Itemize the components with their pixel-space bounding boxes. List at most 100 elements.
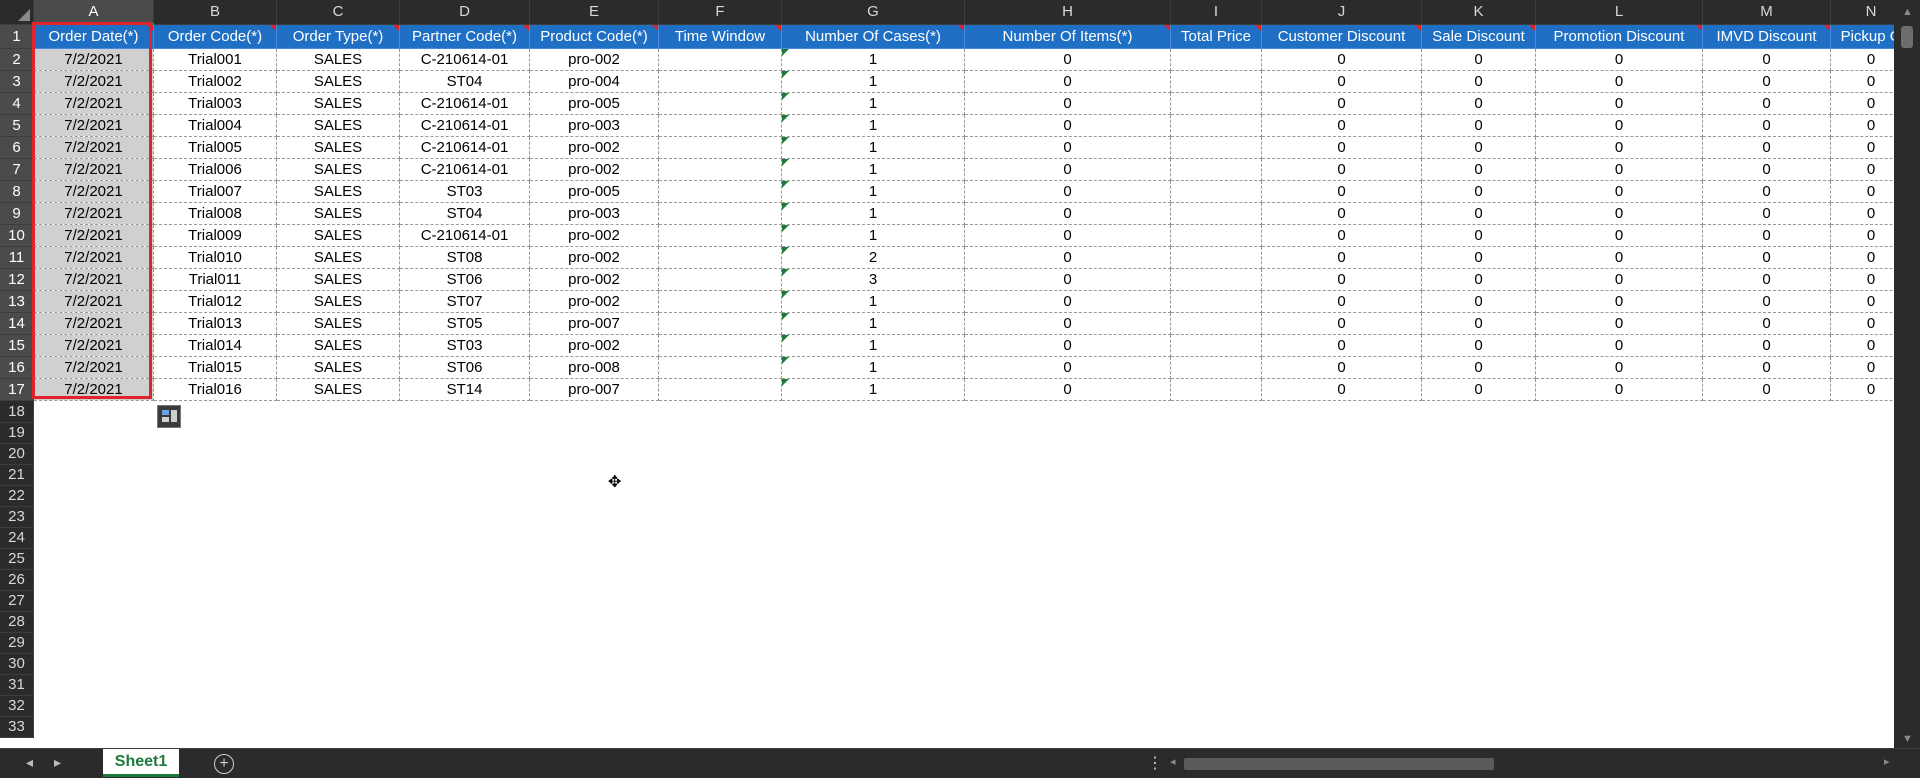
empty-cell[interactable] — [1170, 674, 1262, 695]
empty-cell[interactable] — [1261, 400, 1422, 422]
cell-g[interactable]: 1 — [781, 378, 965, 401]
column-header-e[interactable]: E — [529, 0, 659, 25]
cell-g[interactable]: 1 — [781, 224, 965, 247]
empty-cell[interactable] — [1421, 422, 1536, 443]
empty-cell[interactable] — [1170, 443, 1262, 464]
empty-cell[interactable] — [276, 506, 400, 527]
cell-g[interactable]: 1 — [781, 180, 965, 203]
cell-k[interactable]: 0 — [1421, 180, 1536, 203]
empty-cell[interactable] — [399, 400, 530, 422]
empty-cell[interactable] — [781, 569, 965, 590]
cell-h[interactable]: 0 — [964, 290, 1171, 313]
empty-cell[interactable] — [964, 716, 1171, 737]
cell-m[interactable]: 0 — [1702, 224, 1831, 247]
empty-cell[interactable] — [33, 548, 154, 569]
cell-c[interactable]: SALES — [276, 224, 400, 247]
select-all-corner[interactable] — [0, 0, 34, 25]
cell-f[interactable] — [658, 334, 782, 357]
empty-cell[interactable] — [153, 632, 277, 653]
header-cell-k[interactable]: Sale Discount — [1421, 23, 1536, 49]
cell-d[interactable]: ST07 — [399, 290, 530, 313]
cell-c[interactable]: SALES — [276, 158, 400, 181]
cell-d[interactable]: C-210614-01 — [399, 48, 530, 71]
cell-a[interactable]: 7/2/2021 — [33, 158, 154, 181]
empty-cell[interactable] — [1535, 632, 1703, 653]
empty-cell[interactable] — [1702, 400, 1831, 422]
empty-cell[interactable] — [276, 400, 400, 422]
empty-cell[interactable] — [33, 611, 154, 632]
cell-i[interactable] — [1170, 48, 1262, 71]
cell-c[interactable]: SALES — [276, 202, 400, 225]
cell-c[interactable]: SALES — [276, 136, 400, 159]
cell-f[interactable] — [658, 356, 782, 379]
cell-m[interactable]: 0 — [1702, 70, 1831, 93]
empty-cell[interactable] — [529, 653, 659, 674]
empty-cell[interactable] — [153, 611, 277, 632]
row-number[interactable]: 22 — [0, 485, 34, 507]
empty-cell[interactable] — [276, 527, 400, 548]
spreadsheet-area[interactable]: A B C D E F G H I J K L M N 1 Order Date(*) Order Code(*… — [0, 0, 1920, 748]
empty-cell[interactable] — [529, 464, 659, 485]
empty-cell[interactable] — [153, 485, 277, 506]
empty-cell[interactable] — [781, 548, 965, 569]
empty-cell[interactable] — [1170, 422, 1262, 443]
cell-f[interactable] — [658, 246, 782, 269]
empty-cell[interactable] — [781, 527, 965, 548]
empty-cell[interactable] — [33, 443, 154, 464]
cell-a[interactable]: 7/2/2021 — [33, 48, 154, 71]
empty-cell[interactable] — [1170, 569, 1262, 590]
cell-i[interactable] — [1170, 378, 1262, 401]
cell-g[interactable]: 1 — [781, 312, 965, 335]
cell-g[interactable]: 1 — [781, 114, 965, 137]
cell-j[interactable]: 0 — [1261, 70, 1422, 93]
plus-circle-icon[interactable]: + — [214, 754, 234, 774]
cell-e[interactable]: pro-002 — [529, 268, 659, 291]
cell-f[interactable] — [658, 92, 782, 115]
empty-cell[interactable] — [1421, 443, 1536, 464]
horizontal-scroll-thumb[interactable] — [1184, 758, 1494, 770]
cell-a[interactable]: 7/2/2021 — [33, 378, 154, 401]
cell-j[interactable]: 0 — [1261, 378, 1422, 401]
header-cell-h[interactable]: Number Of Items(*) — [964, 23, 1171, 49]
cell-i[interactable] — [1170, 70, 1262, 93]
cell-j[interactable]: 0 — [1261, 180, 1422, 203]
empty-cell[interactable] — [781, 400, 965, 422]
cell-b[interactable]: Trial007 — [153, 180, 277, 203]
cell-i[interactable] — [1170, 312, 1262, 335]
empty-cell[interactable] — [399, 422, 530, 443]
empty-cell[interactable] — [1261, 590, 1422, 611]
cell-m[interactable]: 0 — [1702, 290, 1831, 313]
cell-k[interactable]: 0 — [1421, 290, 1536, 313]
cell-m[interactable]: 0 — [1702, 180, 1831, 203]
cell-c[interactable]: SALES — [276, 312, 400, 335]
cell-c[interactable]: SALES — [276, 48, 400, 71]
empty-cell[interactable] — [1421, 506, 1536, 527]
cell-l[interactable]: 0 — [1535, 356, 1703, 379]
empty-cell[interactable] — [1170, 695, 1262, 716]
cell-k[interactable]: 0 — [1421, 356, 1536, 379]
empty-cell[interactable] — [276, 632, 400, 653]
empty-cell[interactable] — [1535, 611, 1703, 632]
empty-cell[interactable] — [153, 464, 277, 485]
empty-cell[interactable] — [964, 674, 1171, 695]
empty-cell[interactable] — [964, 527, 1171, 548]
empty-cell[interactable] — [33, 422, 154, 443]
cell-b[interactable]: Trial002 — [153, 70, 277, 93]
empty-cell[interactable] — [153, 548, 277, 569]
empty-cell[interactable] — [1702, 674, 1831, 695]
empty-cell[interactable] — [33, 590, 154, 611]
empty-cell[interactable] — [1170, 611, 1262, 632]
empty-cell[interactable] — [529, 443, 659, 464]
row-number[interactable]: 9 — [0, 202, 34, 225]
empty-cell[interactable] — [781, 695, 965, 716]
cell-i[interactable] — [1170, 114, 1262, 137]
empty-cell[interactable] — [1702, 632, 1831, 653]
empty-cell[interactable] — [1702, 527, 1831, 548]
next-sheet-icon[interactable]: ▸ — [54, 754, 61, 771]
cell-a[interactable]: 7/2/2021 — [33, 268, 154, 291]
cell-l[interactable]: 0 — [1535, 180, 1703, 203]
empty-cell[interactable] — [658, 632, 782, 653]
cell-j[interactable]: 0 — [1261, 202, 1422, 225]
empty-cell[interactable] — [781, 653, 965, 674]
cell-a[interactable]: 7/2/2021 — [33, 356, 154, 379]
